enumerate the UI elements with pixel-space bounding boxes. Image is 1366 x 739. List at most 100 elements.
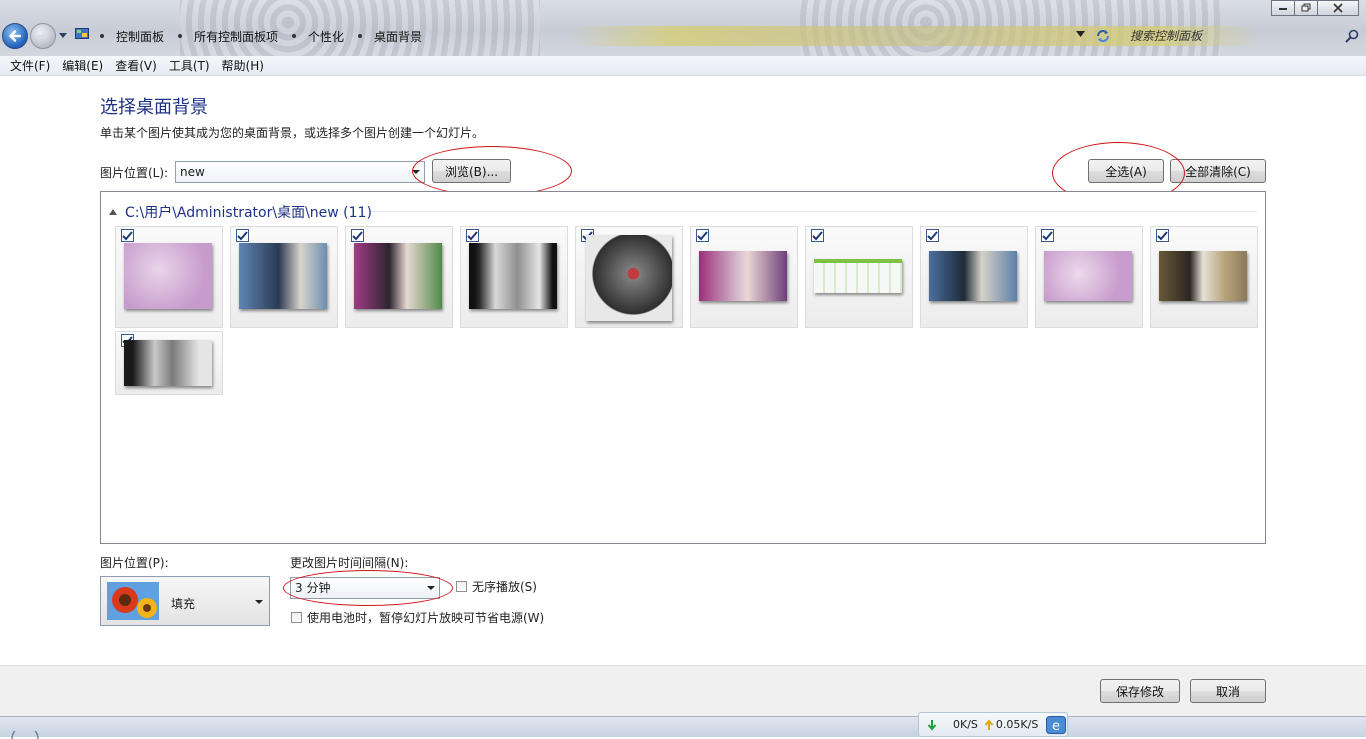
image-thumbnail[interactable]: [115, 226, 223, 328]
chevron-down-icon: [427, 586, 435, 590]
shuffle-label[interactable]: 无序播放(S): [472, 578, 537, 595]
group-header[interactable]: C:\用户\Administrator\桌面\new (11): [109, 202, 372, 222]
arrow-left-icon: [8, 30, 22, 42]
menu-edit[interactable]: 编辑(E): [56, 57, 109, 74]
menu-file[interactable]: 文件(F): [4, 57, 56, 74]
minimize-icon: [1279, 8, 1287, 10]
image-thumbnail[interactable]: [460, 226, 568, 328]
image-thumbnail[interactable]: [920, 226, 1028, 328]
select-all-button[interactable]: 全选(A): [1088, 159, 1164, 183]
breadcrumb-item-personalization[interactable]: 个性化: [308, 28, 344, 45]
image-thumbnail[interactable]: [805, 226, 913, 328]
breadcrumb-item-control-panel[interactable]: 控制面板: [116, 28, 164, 45]
picture-location-select[interactable]: new: [175, 161, 425, 183]
network-speed-widget: 0K/S 0.05K/S e: [918, 712, 1068, 737]
maximize-button[interactable]: [1294, 0, 1318, 16]
checkmark-icon: [352, 230, 363, 240]
image-checkbox[interactable]: [121, 229, 134, 242]
checkmark-icon: [697, 230, 708, 240]
breadcrumb: 控制面板 所有控制面板项 个性化 桌面背景: [94, 27, 422, 45]
forward-button[interactable]: [30, 23, 56, 49]
image-checkbox[interactable]: [236, 229, 249, 242]
internet-explorer-icon[interactable]: e: [1046, 715, 1067, 734]
wallpaper-image: [124, 340, 212, 386]
menu-view[interactable]: 查看(V): [109, 57, 163, 74]
download-arrow-icon: [927, 719, 937, 731]
interval-value: 3 分钟: [295, 581, 331, 595]
breadcrumb-separator: [358, 34, 363, 38]
wallpaper-image: [929, 251, 1017, 301]
taskbar: [0, 716, 1366, 739]
menu-help[interactable]: 帮助(H): [216, 57, 270, 74]
window-controls: [1271, 0, 1359, 16]
image-checkbox[interactable]: [811, 229, 824, 242]
wallpaper-image: [814, 259, 902, 293]
image-thumbnail[interactable]: [690, 226, 798, 328]
image-thumbnail[interactable]: [1035, 226, 1143, 328]
breadcrumb-separator: [178, 34, 183, 38]
battery-pause-label[interactable]: 使用电池时，暂停幻灯片放映可节省电源(W): [307, 609, 544, 626]
wallpaper-image: [586, 235, 672, 321]
menu-tools[interactable]: 工具(T): [163, 57, 216, 74]
restore-icon: [1301, 3, 1311, 12]
picture-location-value: new: [180, 165, 205, 179]
close-button[interactable]: [1317, 0, 1359, 16]
refresh-icon[interactable]: [1094, 27, 1112, 45]
history-dropdown-icon[interactable]: [58, 30, 68, 40]
image-checkbox[interactable]: [1041, 229, 1054, 242]
image-checkbox[interactable]: [466, 229, 479, 242]
image-thumbnail[interactable]: [115, 331, 223, 395]
cancel-button[interactable]: 取消: [1190, 679, 1266, 703]
group-divider: [371, 211, 1257, 212]
sunflower-thumbnail-icon: [107, 582, 159, 620]
page-description: 单击某个图片使其成为您的桌面背景，或选择多个图片创建一个幻灯片。: [100, 126, 485, 140]
shuffle-checkbox[interactable]: [456, 581, 467, 592]
address-bar: 控制面板 所有控制面板项 个性化 桌面背景 搜索控制面板: [0, 0, 1366, 56]
browse-button[interactable]: 浏览(B)...: [432, 159, 511, 183]
search-icon[interactable]: [1344, 28, 1360, 44]
wallpaper-image: [1044, 251, 1132, 301]
checkmark-icon: [237, 230, 248, 240]
search-input[interactable]: 搜索控制面板: [1130, 27, 1202, 44]
wallpaper-image: [699, 251, 787, 301]
collapse-icon: [109, 209, 117, 215]
breadcrumb-separator: [292, 34, 297, 38]
checkmark-icon: [1157, 230, 1168, 240]
chevron-down-icon: [412, 170, 420, 174]
image-checkbox[interactable]: [351, 229, 364, 242]
image-thumbnail[interactable]: [1150, 226, 1258, 328]
image-thumbnail[interactable]: [345, 226, 453, 328]
breadcrumb-item-desktop-background[interactable]: 桌面背景: [374, 28, 422, 45]
arrow-right-icon: [38, 31, 49, 41]
start-orb-icon[interactable]: [10, 731, 40, 739]
back-button[interactable]: [2, 23, 28, 49]
close-icon: [1333, 3, 1343, 13]
image-checkbox[interactable]: [926, 229, 939, 242]
interval-label: 更改图片时间间隔(N):: [290, 556, 409, 570]
wallpaper-image: [354, 243, 442, 309]
breadcrumb-separator: [100, 34, 104, 38]
image-checkbox[interactable]: [1156, 229, 1169, 242]
image-checkbox[interactable]: [696, 229, 709, 242]
battery-pause-checkbox[interactable]: [291, 612, 302, 623]
breadcrumb-item-all-items[interactable]: 所有控制面板项: [194, 28, 278, 45]
clear-all-button[interactable]: 全部清除(C): [1170, 159, 1266, 183]
minimize-button[interactable]: [1271, 0, 1295, 16]
checkmark-icon: [812, 230, 823, 240]
group-title: C:\用户\Administrator\桌面\new (11): [125, 205, 372, 221]
download-speed: 0K/S: [953, 718, 978, 731]
page-title: 选择桌面背景: [100, 97, 208, 118]
wallpaper-image: [469, 243, 557, 309]
picture-location-label: 图片位置(L):: [100, 166, 169, 180]
checkmark-icon: [467, 230, 478, 240]
upload-arrow-icon: [984, 718, 994, 730]
chevron-down-icon: [255, 600, 263, 604]
wallpaper-image: [124, 243, 212, 309]
picture-position-select[interactable]: 填充: [100, 576, 270, 626]
interval-select[interactable]: 3 分钟: [290, 577, 440, 599]
image-thumbnail[interactable]: [575, 226, 683, 328]
save-button[interactable]: 保存修改: [1100, 679, 1180, 703]
image-thumbnail[interactable]: [230, 226, 338, 328]
address-dropdown-icon[interactable]: [1076, 31, 1085, 37]
upload-speed: 0.05K/S: [995, 718, 1039, 731]
